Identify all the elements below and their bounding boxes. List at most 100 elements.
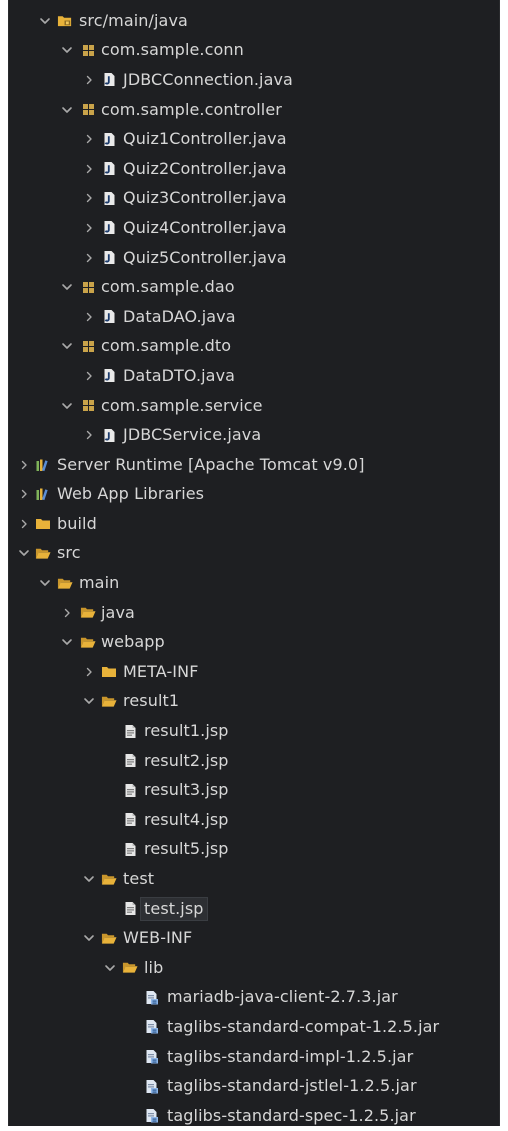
folder-open-icon [101,694,117,708]
tree-item[interactable]: com.sample.dto [9,332,499,362]
java-file-icon [101,162,117,176]
tree-item-label: java [101,602,135,622]
tree-item[interactable]: main [9,568,499,598]
chevron-down-icon[interactable] [17,546,31,560]
tree-item-label: Quiz2Controller.java [123,158,287,178]
tree-item[interactable]: taglibs-standard-jstlel-1.2.5.jar [9,1071,499,1101]
tree-item-label: taglibs-standard-impl-1.2.5.jar [167,1046,414,1066]
folder-open-icon [57,576,73,590]
tree-item-label: Quiz3Controller.java [123,188,287,208]
tree-item[interactable]: result5.jsp [9,835,499,865]
chevron-right-icon[interactable] [17,458,31,472]
tree-item[interactable]: result2.jsp [9,746,499,776]
chevron-down-icon[interactable] [60,103,74,117]
chevron-down-icon[interactable] [38,14,52,28]
chevron-down-icon[interactable] [60,43,74,57]
chevron-right-icon[interactable] [82,132,96,146]
chevron-down-icon[interactable] [82,694,96,708]
chevron-right-icon[interactable] [82,191,96,205]
chevron-down-icon[interactable] [82,872,96,886]
tree-item-label: lib [144,957,164,977]
tree-item[interactable]: mariadb-java-client-2.7.3.jar [9,983,499,1013]
java-file-icon [101,310,117,324]
tree-item[interactable]: test.jsp [9,894,499,924]
chevron-down-icon[interactable] [103,961,117,975]
tree-item[interactable]: webapp [9,627,499,657]
tree-item[interactable]: taglibs-standard-compat-1.2.5.jar [9,1012,499,1042]
folder-icon [35,517,51,531]
tree-item[interactable]: Quiz5Controller.java [9,243,499,273]
tree-item[interactable]: Server Runtime [Apache Tomcat v9.0] [9,450,499,480]
tree-item-label: result2.jsp [144,750,229,770]
tree-item-label: result1.jsp [144,721,229,741]
chevron-right-icon[interactable] [82,665,96,679]
chevron-right-icon[interactable] [82,369,96,383]
tree-item-label: JDBCService.java [123,425,262,445]
chevron-right-icon[interactable] [60,606,74,620]
tree-item-label: taglibs-standard-compat-1.2.5.jar [167,1016,440,1036]
tree-item[interactable]: result4.jsp [9,805,499,835]
chevron-down-icon[interactable] [60,399,74,413]
tree-item[interactable]: JDBCService.java [9,420,499,450]
tree-item[interactable]: com.sample.controller [9,95,499,125]
tree-item[interactable]: result1 [9,687,499,717]
jsp-file-icon [122,783,138,797]
tree-item[interactable]: result1.jsp [9,716,499,746]
folder-icon [101,665,117,679]
tree-item-label: src [57,543,81,563]
tree-item-label: DataDAO.java [123,306,236,326]
jsp-file-icon [122,813,138,827]
folder-open-icon [80,635,96,649]
tree-item[interactable]: src [9,539,499,569]
tree-item[interactable]: META-INF [9,657,499,687]
jar-file-icon [144,990,160,1005]
chevron-right-icon[interactable] [82,73,96,87]
tree-item-label: build [57,513,97,533]
chevron-down-icon[interactable] [60,339,74,353]
tree-item[interactable]: taglibs-standard-spec-1.2.5.jar [9,1101,499,1131]
chevron-right-icon[interactable] [17,517,31,531]
tree-item[interactable]: Quiz2Controller.java [9,154,499,184]
tree-item[interactable]: com.sample.service [9,391,499,421]
tree-item[interactable]: DataDAO.java [9,302,499,332]
tree-item[interactable]: java [9,598,499,628]
jar-file-icon [144,1079,160,1094]
tree-item-label: main [79,573,120,593]
java-file-icon [101,428,117,442]
chevron-right-icon[interactable] [82,251,96,265]
tree-item-label: META-INF [123,661,199,681]
tree-item[interactable]: src/main/java [9,6,499,36]
tree-item-label: JDBCConnection.java [123,69,293,89]
tree-item[interactable]: build [9,509,499,539]
tree-item[interactable]: JDBCConnection.java [9,65,499,95]
tree-item[interactable]: WEB-INF [9,923,499,953]
chevron-right-icon[interactable] [82,162,96,176]
chevron-down-icon[interactable] [38,576,52,590]
chevron-down-icon[interactable] [60,280,74,294]
package-icon [80,399,96,413]
chevron-right-icon[interactable] [82,428,96,442]
tree-item[interactable]: com.sample.conn [9,36,499,66]
tree-item[interactable]: test [9,864,499,894]
chevron-right-icon[interactable] [82,310,96,324]
chevron-right-icon[interactable] [17,487,31,501]
tree-item[interactable]: taglibs-standard-impl-1.2.5.jar [9,1042,499,1072]
java-file-icon [101,191,117,205]
tree-item[interactable]: result3.jsp [9,775,499,805]
tree-item[interactable]: Quiz4Controller.java [9,213,499,243]
tree-item-label: Quiz1Controller.java [123,129,287,149]
chevron-down-icon[interactable] [60,635,74,649]
package-icon [80,103,96,117]
chevron-down-icon[interactable] [82,931,96,945]
package-icon [80,43,96,57]
tree-item[interactable]: Quiz3Controller.java [9,184,499,214]
tree-item[interactable]: DataDTO.java [9,361,499,391]
tree-item[interactable]: lib [9,953,499,983]
package-icon [80,280,96,294]
tree-item[interactable]: Web App Libraries [9,480,499,510]
tree-item[interactable]: Quiz1Controller.java [9,124,499,154]
tree-item[interactable]: com.sample.dao [9,272,499,302]
tree-item-label: src/main/java [79,10,188,30]
tree-item-label: mariadb-java-client-2.7.3.jar [167,987,398,1007]
chevron-right-icon[interactable] [82,221,96,235]
